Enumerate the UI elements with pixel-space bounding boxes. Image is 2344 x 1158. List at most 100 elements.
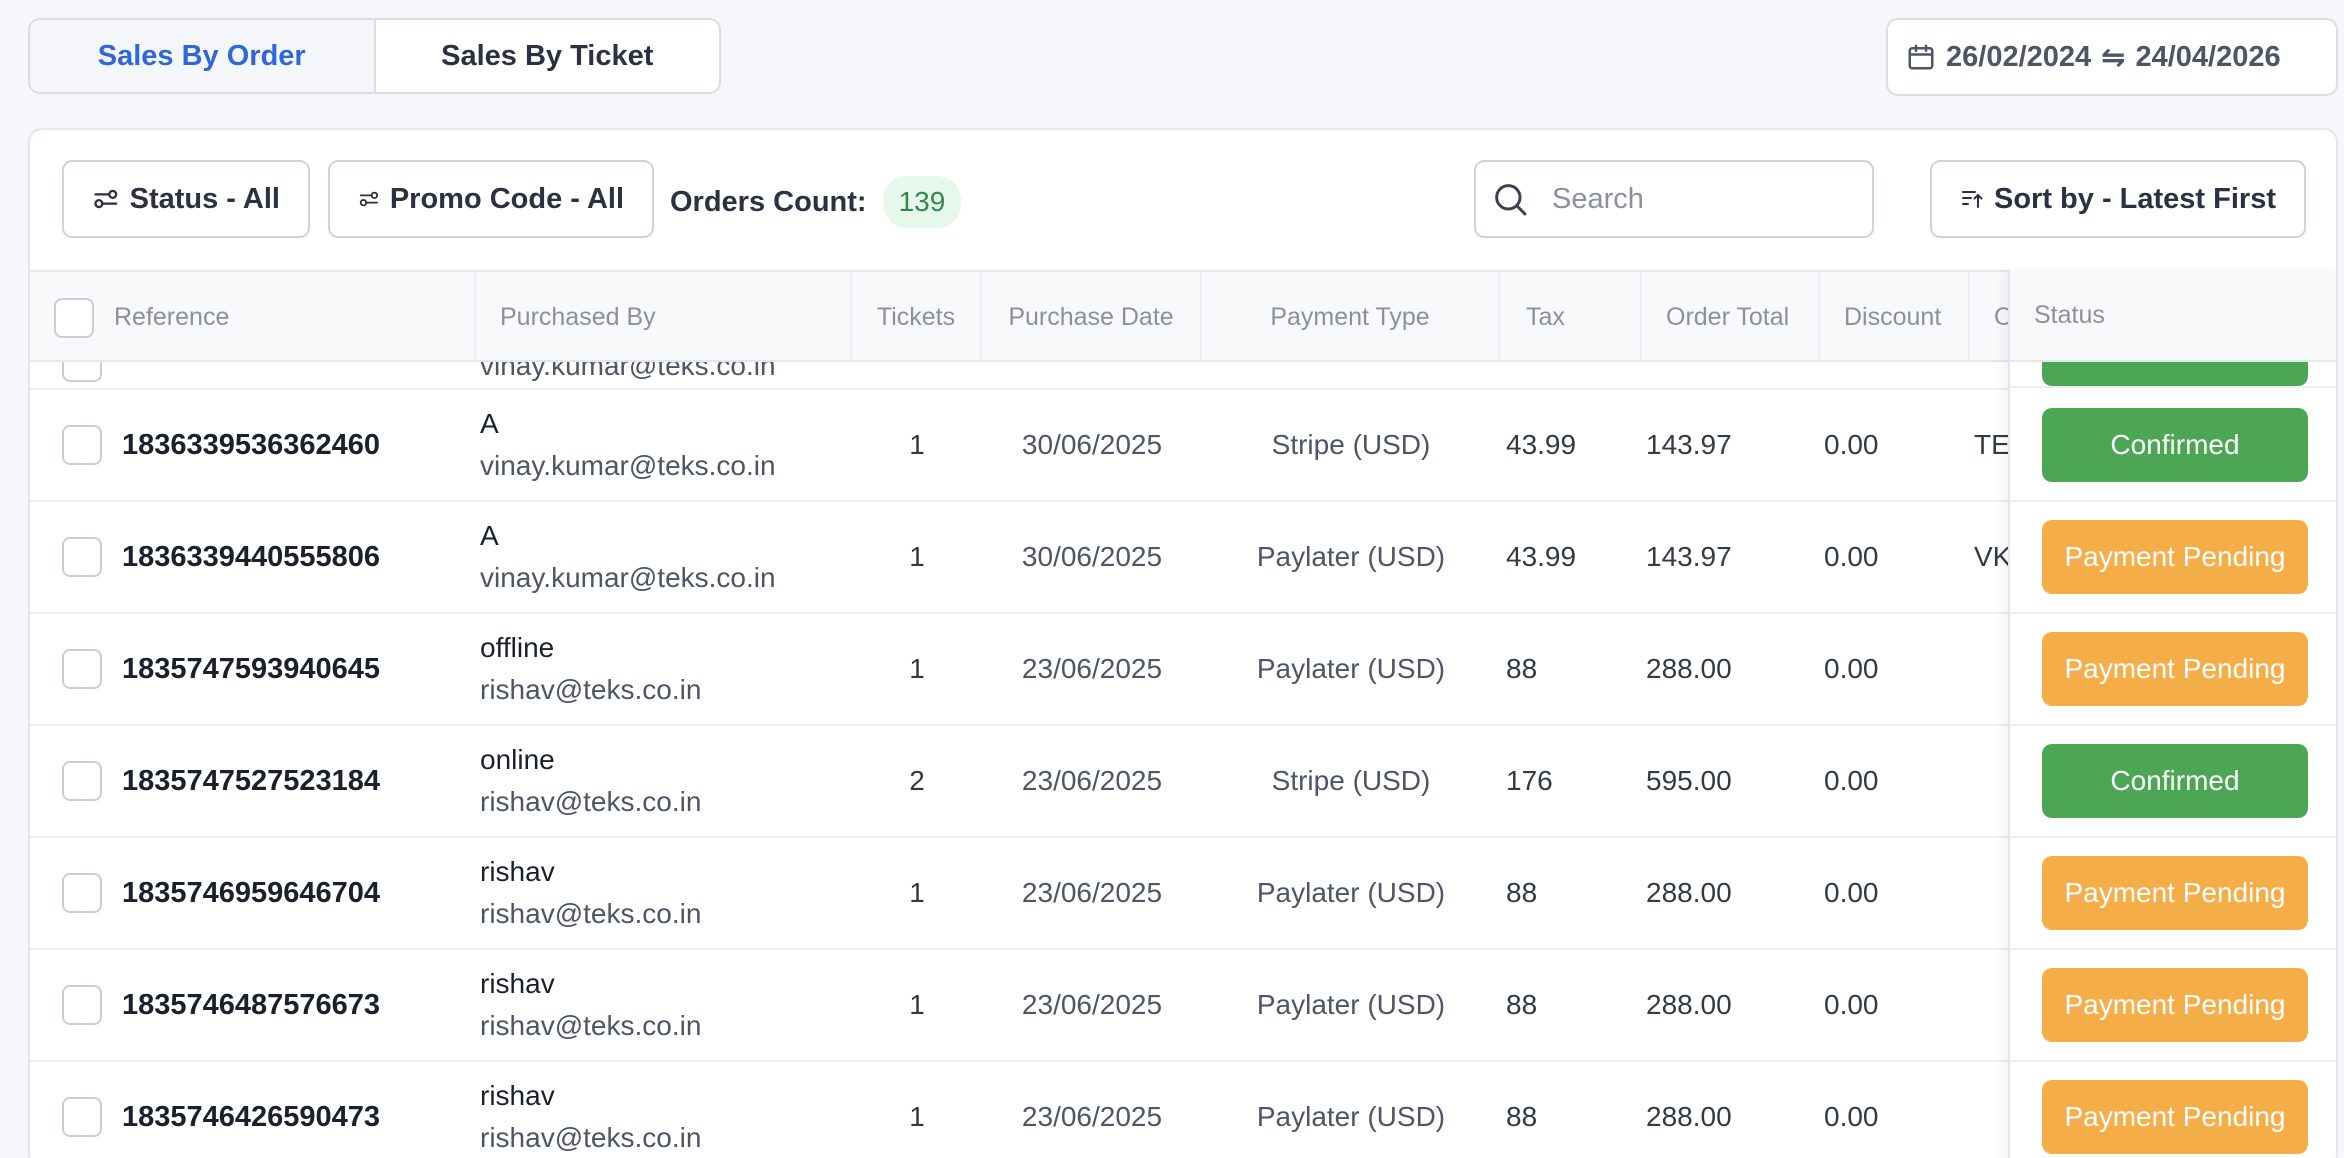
payment-type: Stripe (USD) bbox=[1271, 765, 1431, 796]
table-row[interactable]: 1835746487576673 rishav rishav@teks.co.in 1… bbox=[30, 950, 2336, 1062]
status-badge: Payment Pending bbox=[2042, 1080, 2308, 1154]
purchaser-name: online bbox=[480, 744, 555, 775]
search-icon bbox=[1495, 184, 1527, 216]
purchaser-email: rishav@teks.co.in bbox=[480, 1010, 702, 1041]
search-input[interactable] bbox=[1552, 182, 1852, 216]
purchaser-name: offline bbox=[480, 632, 555, 663]
status-filter-button[interactable]: Status - All bbox=[62, 160, 310, 238]
table-row[interactable]: 1835747527523184 online rishav@teks.co.in 2… bbox=[30, 726, 2336, 838]
column-header-order-total[interactable]: Order Total bbox=[1642, 272, 1820, 362]
orders-count: Orders Count: 139 bbox=[670, 176, 962, 228]
tax-amount: 176 bbox=[1506, 765, 1553, 796]
status-badge: Payment Pending bbox=[2042, 520, 2308, 594]
purchased-by: rishav rishav@teks.co.in bbox=[480, 838, 852, 948]
purchased-by: rishav rishav@teks.co.in bbox=[480, 1062, 852, 1158]
table-row[interactable]: 1836339440555806 Avinay.kumar@teks.co.in 1… bbox=[30, 502, 2336, 614]
select-all-checkbox[interactable] bbox=[54, 298, 94, 338]
discount-amount: 0.00 bbox=[1824, 877, 1879, 908]
tickets-count: 1 bbox=[909, 429, 925, 460]
status-cell: Payment Pending bbox=[2010, 838, 2336, 950]
organization bbox=[1974, 838, 2010, 948]
sort-button[interactable]: Sort by - Latest First bbox=[1930, 160, 2306, 238]
row-checkbox[interactable] bbox=[62, 761, 102, 801]
search-box[interactable] bbox=[1474, 160, 1874, 238]
purchase-date: 23/06/2025 bbox=[1021, 653, 1163, 684]
status-badge: Confirmed bbox=[2042, 408, 2308, 482]
purchased-by: Avinay.kumar@teks.co.in bbox=[480, 502, 852, 612]
column-header-purchase-date[interactable]: Purchase Date bbox=[982, 272, 1202, 362]
purchaser-email: vinay.kumar@teks.co.in bbox=[480, 450, 776, 481]
purchaser-name: rishav bbox=[480, 856, 555, 887]
purchaser-name: rishav bbox=[480, 1080, 555, 1111]
calendar-icon bbox=[1908, 44, 1934, 70]
purchase-date: 30/06/2025 bbox=[1021, 541, 1163, 572]
purchase-date: 30/06/2025 bbox=[1021, 429, 1163, 460]
row-checkbox[interactable] bbox=[62, 362, 102, 382]
tab-sales-by-order[interactable]: Sales By Order bbox=[30, 20, 376, 92]
column-header-organization[interactable]: Org bbox=[1970, 272, 2010, 362]
status-cell: Confirmed bbox=[2010, 390, 2336, 502]
promo-code-filter-button[interactable]: Promo Code - All bbox=[328, 160, 654, 238]
table-row[interactable]: 1835746959646704 rishav rishav@teks.co.in 1… bbox=[30, 838, 2336, 950]
tickets-count: 1 bbox=[909, 541, 925, 572]
tax-amount: 43.99 bbox=[1506, 429, 1577, 460]
order-reference[interactable]: 1835747593940645 bbox=[122, 614, 476, 724]
purchaser-email: rishav@teks.co.in bbox=[480, 786, 702, 817]
column-header-status[interactable]: Status bbox=[2010, 270, 2336, 362]
organization bbox=[1974, 1062, 2010, 1158]
row-checkbox[interactable] bbox=[62, 873, 102, 913]
column-header-purchased-by[interactable]: Purchased By bbox=[476, 272, 852, 362]
column-header-tax[interactable]: Tax bbox=[1500, 272, 1642, 362]
tickets-count: 1 bbox=[909, 1101, 925, 1132]
payment-type: Stripe (USD) bbox=[1271, 429, 1431, 460]
order-reference[interactable]: 1835746487576673 bbox=[122, 950, 476, 1060]
column-header-reference[interactable]: Reference bbox=[114, 272, 476, 362]
row-checkbox[interactable] bbox=[62, 425, 102, 465]
table-row[interactable]: 1836339536362460 Avinay.kumar@teks.co.in 1… bbox=[30, 390, 2336, 502]
payment-type: Paylater (USD) bbox=[1256, 653, 1446, 684]
table-row[interactable]: 1835747593940645 offline rishav@teks.co.in… bbox=[30, 614, 2336, 726]
order-reference[interactable]: 1836339440555806 bbox=[122, 502, 476, 612]
order-reference[interactable]: 1836339536362460 bbox=[122, 390, 476, 500]
tax-amount: 88 bbox=[1506, 1101, 1538, 1132]
orders-toolbar: Status - All Promo Code - All Orders Cou… bbox=[30, 130, 2336, 270]
row-checkbox[interactable] bbox=[62, 1097, 102, 1137]
purchased-by: offline rishav@teks.co.in bbox=[480, 614, 852, 724]
order-reference[interactable]: 1835747527523184 bbox=[122, 726, 476, 836]
order-reference[interactable]: 1835746959646704 bbox=[122, 838, 476, 948]
column-header-discount[interactable]: Discount bbox=[1820, 272, 1970, 362]
tickets-count: 1 bbox=[909, 877, 925, 908]
purchase-date: 23/06/2025 bbox=[1021, 877, 1163, 908]
table-row[interactable]: vinay.kumar@teks.co.in bbox=[30, 362, 2336, 390]
column-header-tickets[interactable]: Tickets bbox=[852, 272, 982, 362]
orders-card: Status - All Promo Code - All Orders Cou… bbox=[28, 128, 2338, 1158]
purchaser-email: vinay.kumar@teks.co.in bbox=[480, 362, 776, 381]
status-cell: Payment Pending bbox=[2010, 1062, 2336, 1158]
row-checkbox[interactable] bbox=[62, 985, 102, 1025]
discount-amount: 0.00 bbox=[1824, 989, 1879, 1020]
purchase-date: 23/06/2025 bbox=[1021, 989, 1163, 1020]
date-range-picker[interactable]: 26/02/2024 ⇋ 24/04/2026 bbox=[1886, 18, 2338, 96]
column-header-payment-type[interactable]: Payment Type bbox=[1202, 272, 1500, 362]
purchaser-email: rishav@teks.co.in bbox=[480, 1122, 702, 1153]
row-checkbox[interactable] bbox=[62, 649, 102, 689]
purchaser-email: rishav@teks.co.in bbox=[480, 674, 702, 705]
purchase-date: 23/06/2025 bbox=[1021, 1101, 1163, 1132]
payment-type: Paylater (USD) bbox=[1256, 541, 1446, 572]
orders-count-badge: 139 bbox=[882, 176, 962, 228]
tab-sales-by-ticket[interactable]: Sales By Ticket bbox=[376, 20, 720, 92]
payment-type: Paylater (USD) bbox=[1256, 989, 1446, 1020]
date-range-start: 26/02/2024 bbox=[1946, 40, 2092, 73]
tickets-count: 2 bbox=[909, 765, 925, 796]
table-row[interactable]: 1835746426590473 rishav rishav@teks.co.in 1… bbox=[30, 1062, 2336, 1158]
tickets-count: 1 bbox=[909, 653, 925, 684]
order-total: 143.97 bbox=[1646, 541, 1732, 572]
sort-label: Sort by - Latest First bbox=[1994, 182, 2276, 215]
order-total: 288.00 bbox=[1646, 989, 1732, 1020]
discount-amount: 0.00 bbox=[1824, 541, 1879, 572]
status-badge: Confirmed bbox=[2042, 744, 2308, 818]
purchaser-email: rishav@teks.co.in bbox=[480, 898, 702, 929]
filter-icon bbox=[94, 189, 118, 209]
order-reference[interactable]: 1835746426590473 bbox=[122, 1062, 476, 1158]
row-checkbox[interactable] bbox=[62, 537, 102, 577]
